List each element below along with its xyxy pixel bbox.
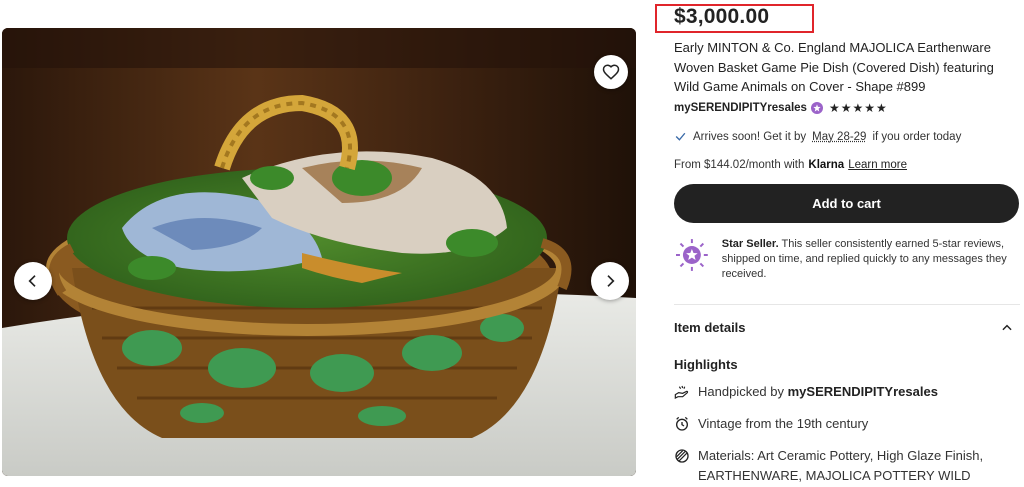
delivery-suffix: if you order today (872, 130, 962, 143)
highlights-heading: Highlights (674, 357, 738, 372)
rating-stars[interactable]: ★★★★★ (829, 101, 888, 115)
star-seller-text: Star Seller. This seller consistently ea… (722, 237, 1020, 282)
product-photo (2, 28, 636, 476)
materials-text: Materials: Art Ceramic Pottery, High Gla… (698, 448, 984, 483)
listing-title: Early MINTON & Co. England MAJOLICA Eart… (674, 40, 994, 94)
learn-more-link[interactable]: Learn more (848, 159, 907, 171)
highlight-vintage: Vintage from the 19th century (674, 414, 1020, 434)
heart-icon (602, 64, 620, 80)
financing-info: From $144.02/month with Klarna Learn mor… (674, 159, 907, 171)
price: $3,000.00 (674, 5, 770, 28)
add-to-cart-button[interactable]: Add to cart (674, 184, 1019, 223)
klarna-logo: Klarna (808, 159, 845, 171)
materials-icon (675, 449, 689, 463)
chevron-up-icon (1002, 324, 1012, 330)
next-image-button[interactable] (591, 262, 629, 300)
delivery-prefix: Arrives soon! Get it by (693, 130, 807, 143)
listing-image[interactable] (2, 28, 636, 476)
handpicked-prefix: Handpicked by (698, 384, 784, 399)
divider (674, 304, 1020, 305)
favorite-button[interactable] (594, 55, 628, 89)
shop-name-link[interactable]: mySERENDIPITYresales (674, 102, 807, 114)
previous-image-button[interactable] (14, 262, 52, 300)
handpicked-shop[interactable]: mySERENDIPITYresales (788, 384, 938, 399)
shop-info: mySERENDIPITYresales ★★★★★ (674, 100, 888, 116)
delivery-dates[interactable]: May 28-29 (812, 131, 866, 143)
chevron-left-icon (28, 275, 36, 287)
star-badge-icon (810, 102, 823, 114)
checkmark-icon (675, 132, 686, 141)
item-details-toggle[interactable]: Item details (674, 320, 1020, 335)
star-seller-info: Star Seller. This seller consistently ea… (674, 237, 1020, 282)
highlight-handpicked: Handpicked by mySERENDIPITYresales (674, 382, 1020, 402)
delivery-estimate: Arrives soon! Get it by May 28-29 if you… (674, 130, 961, 143)
star-seller-title: Star Seller. (721, 238, 779, 250)
chevron-right-icon (607, 275, 615, 287)
hand-icon (674, 385, 689, 399)
item-details-heading: Item details (674, 320, 746, 335)
clock-icon (676, 416, 688, 431)
star-seller-badge-icon (675, 239, 708, 271)
highlight-materials: Materials: Art Ceramic Pottery, High Gla… (674, 446, 1020, 486)
financing-prefix: From $144.02/month with (674, 159, 805, 171)
vintage-text: Vintage from the 19th century (698, 416, 869, 431)
